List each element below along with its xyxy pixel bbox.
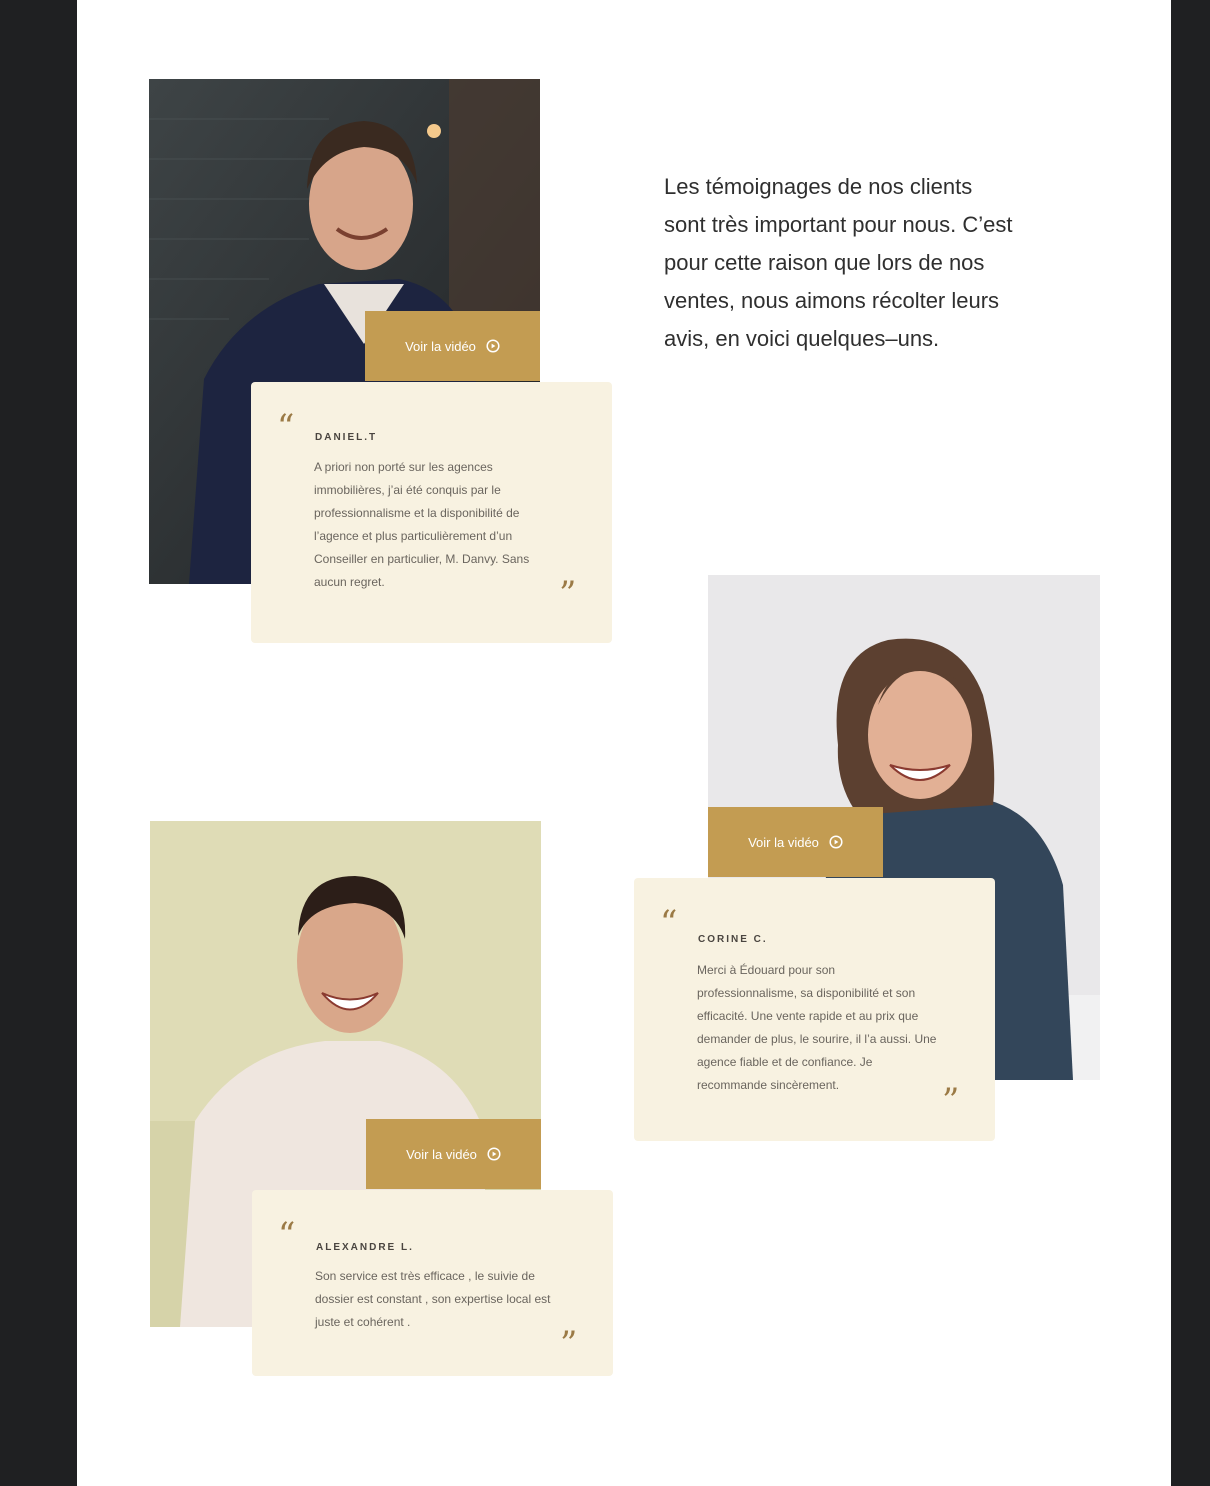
testimonial-author: ALEXANDRE L.: [316, 1242, 414, 1253]
close-quote-icon: ”: [560, 1324, 578, 1364]
testimonial-text: Son service est très efficace , le suivi…: [315, 1269, 551, 1329]
play-circle-icon: [487, 1147, 501, 1161]
close-quote-icon: ”: [942, 1081, 960, 1121]
video-button-corine[interactable]: Voir la vidéo: [708, 807, 883, 877]
video-button-label: Voir la vidéo: [748, 834, 819, 850]
video-button-label: Voir la vidéo: [405, 338, 476, 354]
video-button-alexandre[interactable]: Voir la vidéo: [366, 1119, 541, 1189]
video-button-daniel[interactable]: Voir la vidéo: [365, 311, 540, 381]
testimonial-text: A priori non porté sur les agences immob…: [314, 460, 530, 589]
video-button-label: Voir la vidéo: [406, 1146, 477, 1162]
testimonial-author: CORINE C.: [698, 934, 768, 945]
open-quote-icon: “: [277, 407, 295, 447]
scrollbar-track[interactable]: [1171, 0, 1201, 1486]
testimonial-author: DANIEL.T: [315, 432, 378, 443]
testimonial-card-alexandre: “ ALEXANDRE L. Son service est très effi…: [252, 1190, 613, 1376]
play-circle-icon: [829, 835, 843, 849]
testimonial-card-corine: “ CORINE C. Merci à Édouard pour son pro…: [634, 878, 995, 1141]
close-quote-icon: ”: [559, 574, 577, 614]
open-quote-icon: “: [660, 903, 678, 943]
intro-text: Les témoignages de nos clients sont très…: [664, 174, 1013, 351]
open-quote-icon: “: [278, 1215, 296, 1255]
play-circle-icon: [486, 339, 500, 353]
testimonial-text: Merci à Édouard pour son professionnalis…: [697, 963, 937, 1092]
testimonial-card-daniel: “ DANIEL.T A priori non porté sur les ag…: [251, 382, 612, 643]
